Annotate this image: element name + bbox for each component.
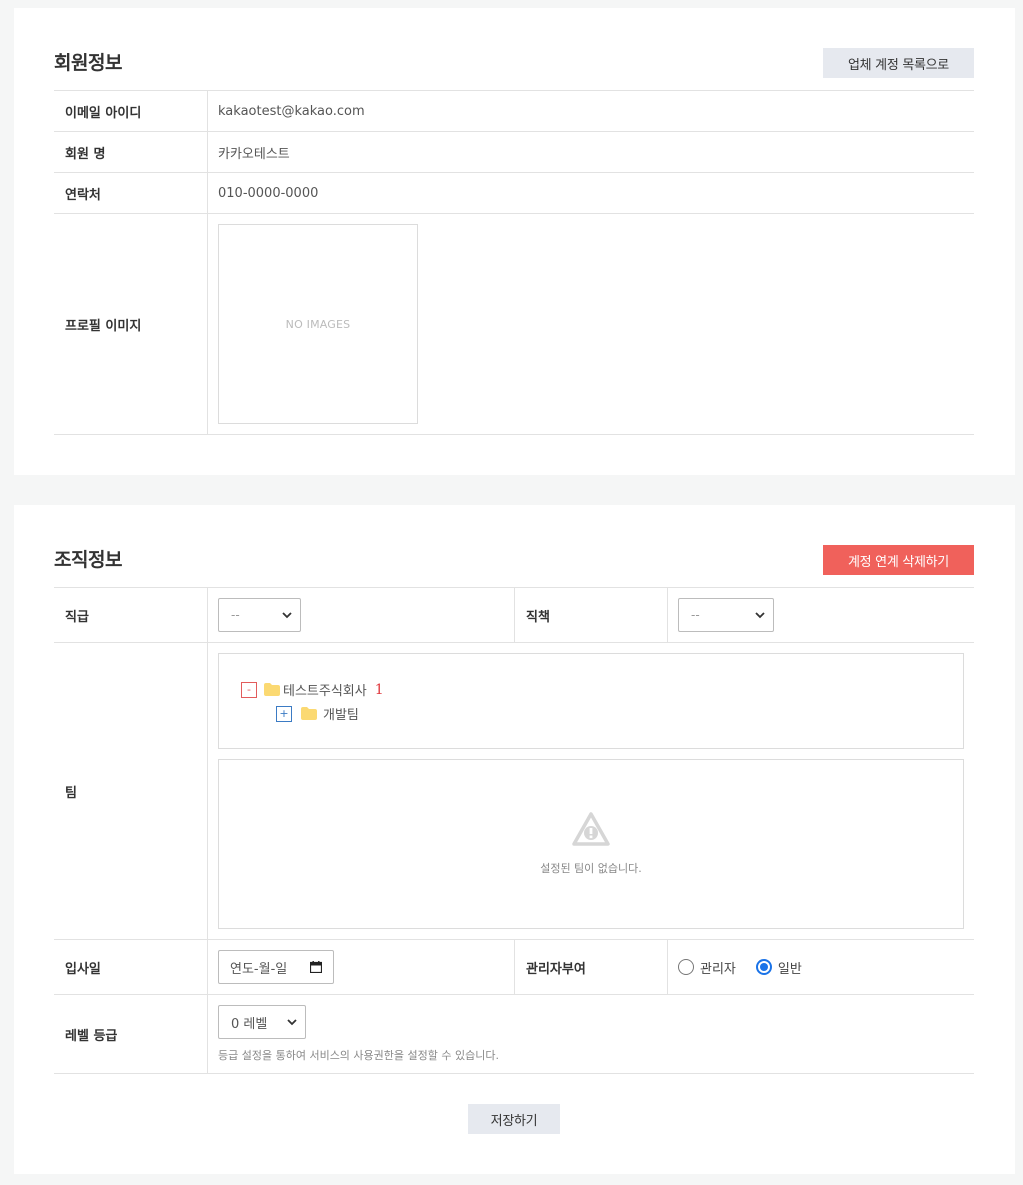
member-info-title: 회원정보 (54, 52, 122, 74)
join-date-label: 입사일 (54, 940, 208, 994)
tree-node-root-count: 1 (374, 681, 384, 698)
folder-icon (301, 707, 317, 720)
position-cell: -- (668, 588, 974, 642)
level-cell: 0 레벨 등급 설정을 통하여 서비스의 사용권한을 설정할 수 있습니다. (208, 995, 974, 1073)
join-date-input[interactable]: 연도-월-일 (218, 950, 334, 984)
chevron-down-icon (282, 612, 292, 619)
email-row: 이메일 아이디 kakaotest@kakao.com (54, 91, 974, 132)
member-info-table: 이메일 아이디 kakaotest@kakao.com 회원 명 카카오테스트 … (54, 90, 974, 435)
folder-icon (264, 683, 280, 696)
chevron-down-icon (287, 1019, 297, 1026)
team-row: 팀 - 테스트주식회사 1 + 개발팀 설정된 팀이 없습니다. (54, 643, 974, 940)
rank-select[interactable]: -- (218, 598, 301, 632)
phone-row: 연락처 010-0000-0000 (54, 173, 974, 214)
level-row: 레벨 등급 0 레벨 등급 설정을 통하여 서비스의 사용권한을 설정할 수 있… (54, 995, 974, 1074)
profile-label: 프로필 이미지 (54, 214, 208, 434)
radio-admin[interactable] (678, 959, 694, 975)
team-tree: - 테스트주식회사 1 + 개발팀 (218, 653, 964, 749)
phone-value: 010-0000-0000 (218, 185, 319, 201)
tree-node-root-label[interactable]: 테스트주식회사 (283, 680, 367, 699)
rank-position-row: 직급 -- 직책 -- (54, 588, 974, 643)
collapse-toggle[interactable]: - (241, 681, 257, 698)
tree-node-child-label[interactable]: 개발팀 (323, 704, 359, 723)
radio-dot (759, 963, 768, 971)
calendar-icon[interactable] (310, 961, 322, 973)
radio-normal-label[interactable]: 일반 (778, 958, 802, 977)
back-to-account-list-button[interactable]: 업체 계정 목록으로 (823, 48, 974, 78)
position-label: 직책 (514, 588, 668, 642)
radio-admin-label[interactable]: 관리자 (700, 958, 736, 977)
rank-select-value: -- (231, 608, 240, 622)
join-date-placeholder: 연도-월-일 (230, 961, 288, 977)
delete-account-link-button[interactable]: 계정 연계 삭제하기 (823, 545, 974, 575)
phone-label: 연락처 (54, 173, 208, 213)
name-row: 회원 명 카카오테스트 (54, 132, 974, 173)
save-button[interactable]: 저장하기 (468, 1104, 560, 1134)
name-value: 카카오테스트 (218, 146, 290, 162)
tree-node-child: + 개발팀 (276, 704, 359, 723)
org-info-card: 조직정보 계정 연계 삭제하기 직급 -- 직책 -- 팀 - 테스트주식회사 … (14, 505, 1015, 1174)
selected-team-list: 설정된 팀이 없습니다. (218, 759, 964, 929)
name-label: 회원 명 (54, 132, 208, 172)
rank-cell: -- (208, 588, 514, 642)
profile-row: 프로필 이미지 NO IMAGES (54, 214, 974, 435)
level-select[interactable]: 0 레벨 (218, 1005, 306, 1039)
admin-grant-cell: 관리자 일반 (668, 940, 974, 994)
profile-image-placeholder[interactable]: NO IMAGES (218, 224, 418, 424)
rank-label: 직급 (54, 588, 208, 642)
expand-toggle[interactable]: + (276, 705, 292, 722)
level-label: 레벨 등급 (54, 995, 208, 1073)
team-label: 팀 (54, 643, 208, 939)
warning-icon (572, 812, 610, 846)
admin-grant-label: 관리자부여 (514, 940, 668, 994)
member-info-card: 회원정보 업체 계정 목록으로 이메일 아이디 kakaotest@kakao.… (14, 8, 1015, 475)
email-value: kakaotest@kakao.com (218, 103, 365, 119)
join-date-cell: 연도-월-일 (208, 940, 514, 994)
team-cell: - 테스트주식회사 1 + 개발팀 설정된 팀이 없습니다. (208, 643, 974, 939)
radio-normal[interactable] (755, 959, 772, 975)
level-select-value: 0 레벨 (231, 1016, 268, 1032)
admin-radio-group: 관리자 일반 (678, 958, 822, 977)
level-hint: 등급 설정을 통하여 서비스의 사용권한을 설정할 수 있습니다. (218, 1049, 499, 1062)
position-select[interactable]: -- (678, 598, 774, 632)
position-select-value: -- (691, 608, 700, 622)
org-info-title: 조직정보 (54, 549, 122, 571)
email-label: 이메일 아이디 (54, 91, 208, 131)
chevron-down-icon (755, 612, 765, 619)
org-info-table: 직급 -- 직책 -- 팀 - 테스트주식회사 1 + 개발팀 설정된 팀이 없… (54, 587, 974, 1074)
empty-team-message: 설정된 팀이 없습니다. (540, 862, 642, 875)
joindate-admin-row: 입사일 연도-월-일 관리자부여 관리자 일반 (54, 940, 974, 995)
tree-node-root: - 테스트주식회사 1 (241, 680, 384, 699)
profile-cell: NO IMAGES (208, 214, 974, 434)
